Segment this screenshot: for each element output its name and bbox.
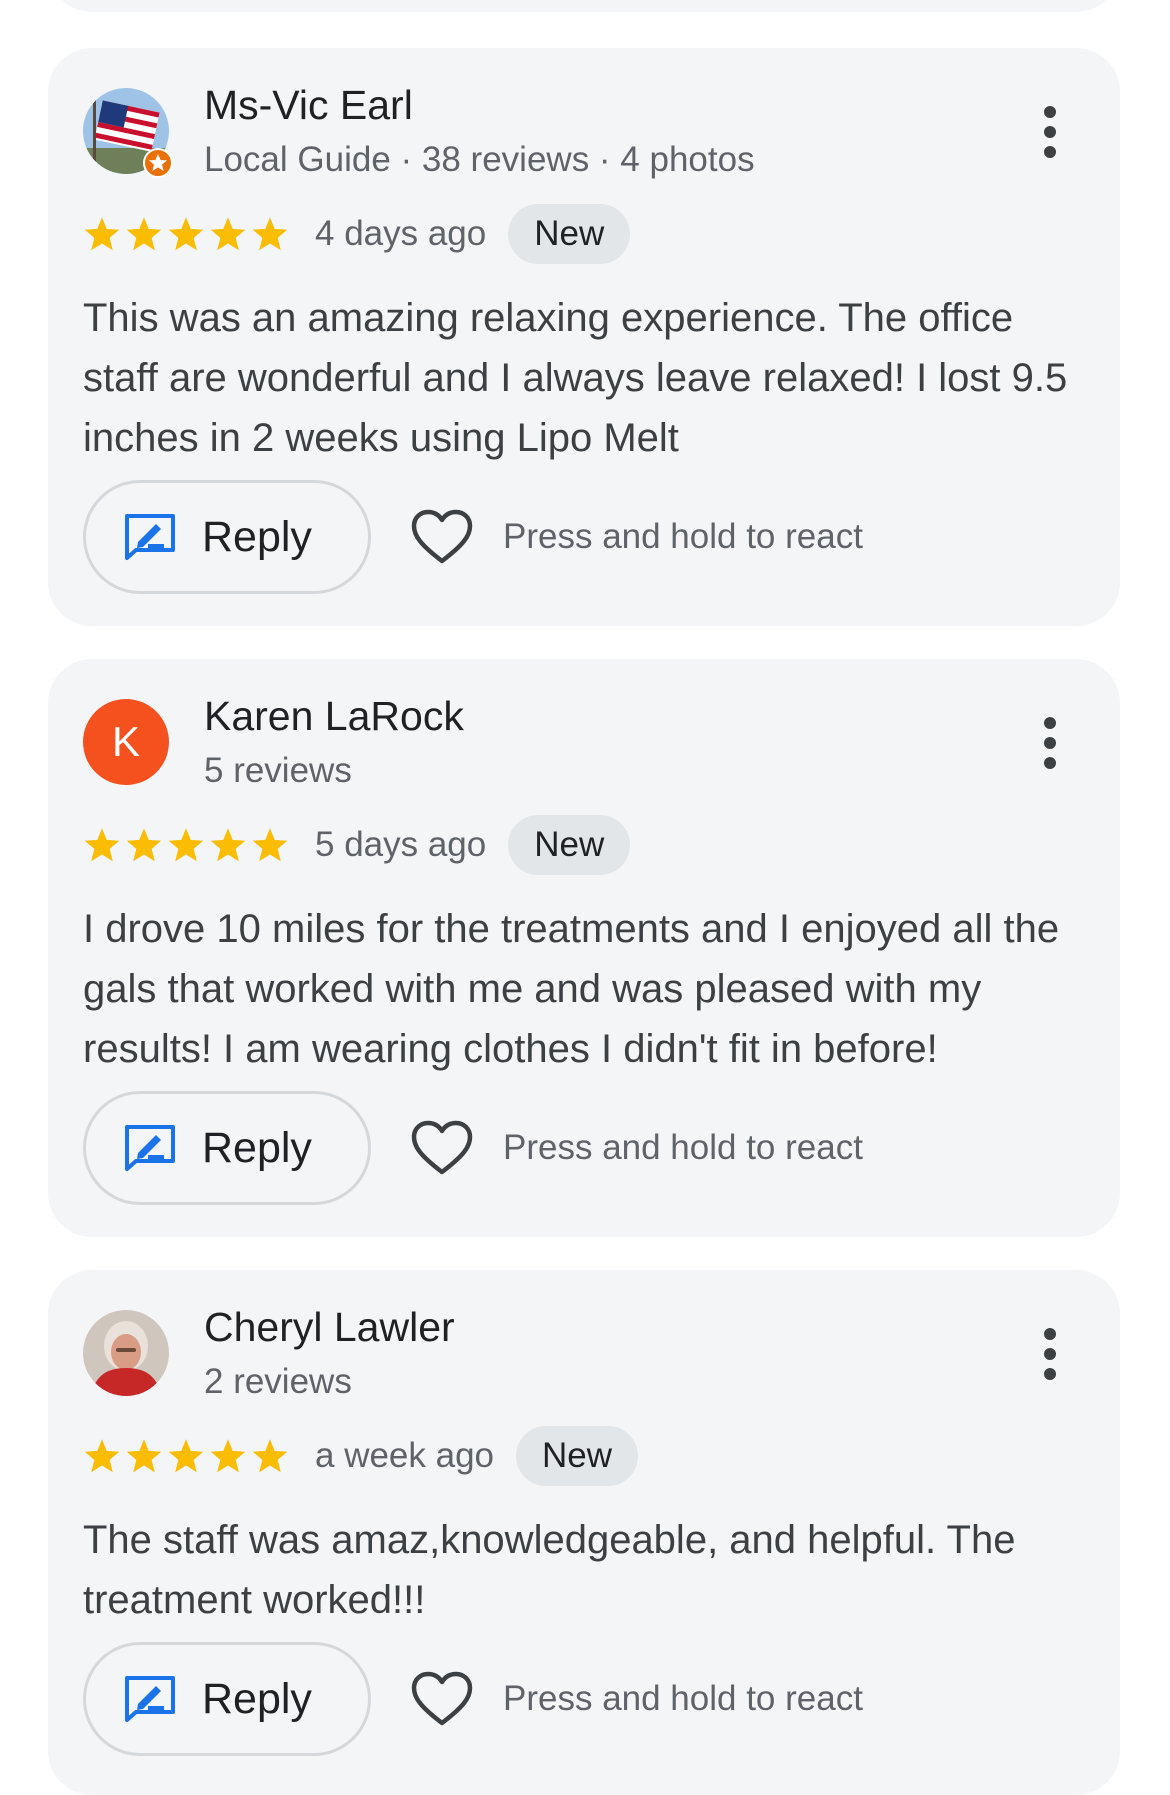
reviewer-name[interactable]: Cheryl Lawler bbox=[204, 1304, 455, 1351]
star-icon bbox=[84, 828, 120, 862]
star-icon bbox=[126, 1439, 162, 1473]
person-photo-avatar bbox=[83, 1310, 169, 1396]
new-badge: New bbox=[516, 1426, 639, 1486]
star-icon bbox=[252, 1439, 288, 1473]
reviewer-meta: 5 reviews bbox=[204, 751, 352, 790]
star-icon bbox=[84, 217, 120, 251]
star-icon bbox=[210, 828, 246, 862]
rating-row: a week ago New bbox=[83, 1426, 639, 1486]
star-icon bbox=[168, 1439, 204, 1473]
reviewer-name[interactable]: Karen LaRock bbox=[204, 693, 464, 740]
reply-label: Reply bbox=[202, 512, 312, 561]
reviewer-name[interactable]: Ms-Vic Earl bbox=[204, 82, 413, 129]
star-rating bbox=[83, 216, 289, 252]
reviewer-avatar[interactable]: K bbox=[83, 699, 169, 785]
review-card: Cheryl Lawler 2 reviews a week ago New T… bbox=[48, 1270, 1120, 1795]
star-rating bbox=[83, 1438, 289, 1474]
review-date: 5 days ago bbox=[315, 825, 487, 864]
star-icon bbox=[168, 828, 204, 862]
more-vert-icon[interactable] bbox=[1040, 717, 1060, 769]
react-button[interactable]: Press and hold to react bbox=[411, 1120, 863, 1176]
review-date: 4 days ago bbox=[315, 214, 487, 253]
review-date: a week ago bbox=[315, 1436, 495, 1475]
more-vert-icon[interactable] bbox=[1040, 1328, 1060, 1380]
react-label: Press and hold to react bbox=[503, 1128, 863, 1167]
reviews-list: Ms-Vic Earl Local Guide · 38 reviews · 4… bbox=[0, 0, 1170, 1795]
reply-edit-icon bbox=[125, 1676, 175, 1722]
star-icon bbox=[252, 217, 288, 251]
reviewer-meta: Local Guide · 38 reviews · 4 photos bbox=[204, 140, 755, 179]
avatar-letter: K bbox=[83, 699, 169, 785]
heart-outline-icon bbox=[411, 1671, 473, 1726]
review-card: K Karen LaRock 5 reviews 5 days ago New … bbox=[48, 659, 1120, 1237]
react-label: Press and hold to react bbox=[503, 517, 863, 556]
star-rating bbox=[83, 827, 289, 863]
reviewer-avatar[interactable] bbox=[83, 88, 173, 178]
react-button[interactable]: Press and hold to react bbox=[411, 509, 863, 565]
star-icon bbox=[126, 217, 162, 251]
reply-label: Reply bbox=[202, 1674, 312, 1723]
review-text: The staff was amaz,knowledgeable, and he… bbox=[83, 1518, 1016, 1622]
review-text: This was an amazing relaxing experience.… bbox=[83, 296, 1068, 460]
reply-button[interactable]: Reply bbox=[83, 1642, 371, 1756]
react-button[interactable]: Press and hold to react bbox=[411, 1671, 863, 1727]
reply-button[interactable]: Reply bbox=[83, 480, 371, 594]
new-badge: New bbox=[508, 815, 631, 875]
previous-review-card bbox=[48, 0, 1120, 12]
rating-row: 5 days ago New bbox=[83, 815, 631, 875]
reply-label: Reply bbox=[202, 1123, 312, 1172]
local-guide-badge-icon bbox=[143, 148, 173, 178]
more-vert-icon[interactable] bbox=[1040, 106, 1060, 158]
reviewer-meta: 2 reviews bbox=[204, 1362, 352, 1401]
review-text: I drove 10 miles for the treatments and … bbox=[83, 907, 1060, 1071]
star-icon bbox=[252, 828, 288, 862]
star-icon bbox=[84, 1439, 120, 1473]
review-actions: Reply Press and hold to react bbox=[83, 1091, 863, 1205]
review-actions: Reply Press and hold to react bbox=[83, 1642, 863, 1756]
react-label: Press and hold to react bbox=[503, 1679, 863, 1718]
star-icon bbox=[210, 217, 246, 251]
reply-edit-icon bbox=[125, 514, 175, 560]
reviewer-avatar[interactable] bbox=[83, 1310, 169, 1396]
reply-edit-icon bbox=[125, 1125, 175, 1171]
reply-button[interactable]: Reply bbox=[83, 1091, 371, 1205]
heart-outline-icon bbox=[411, 509, 473, 564]
review-card: Ms-Vic Earl Local Guide · 38 reviews · 4… bbox=[48, 48, 1120, 626]
new-badge: New bbox=[508, 204, 631, 264]
heart-outline-icon bbox=[411, 1120, 473, 1175]
star-icon bbox=[126, 828, 162, 862]
star-icon bbox=[210, 1439, 246, 1473]
star-icon bbox=[168, 217, 204, 251]
review-actions: Reply Press and hold to react bbox=[83, 480, 863, 594]
rating-row: 4 days ago New bbox=[83, 204, 631, 264]
